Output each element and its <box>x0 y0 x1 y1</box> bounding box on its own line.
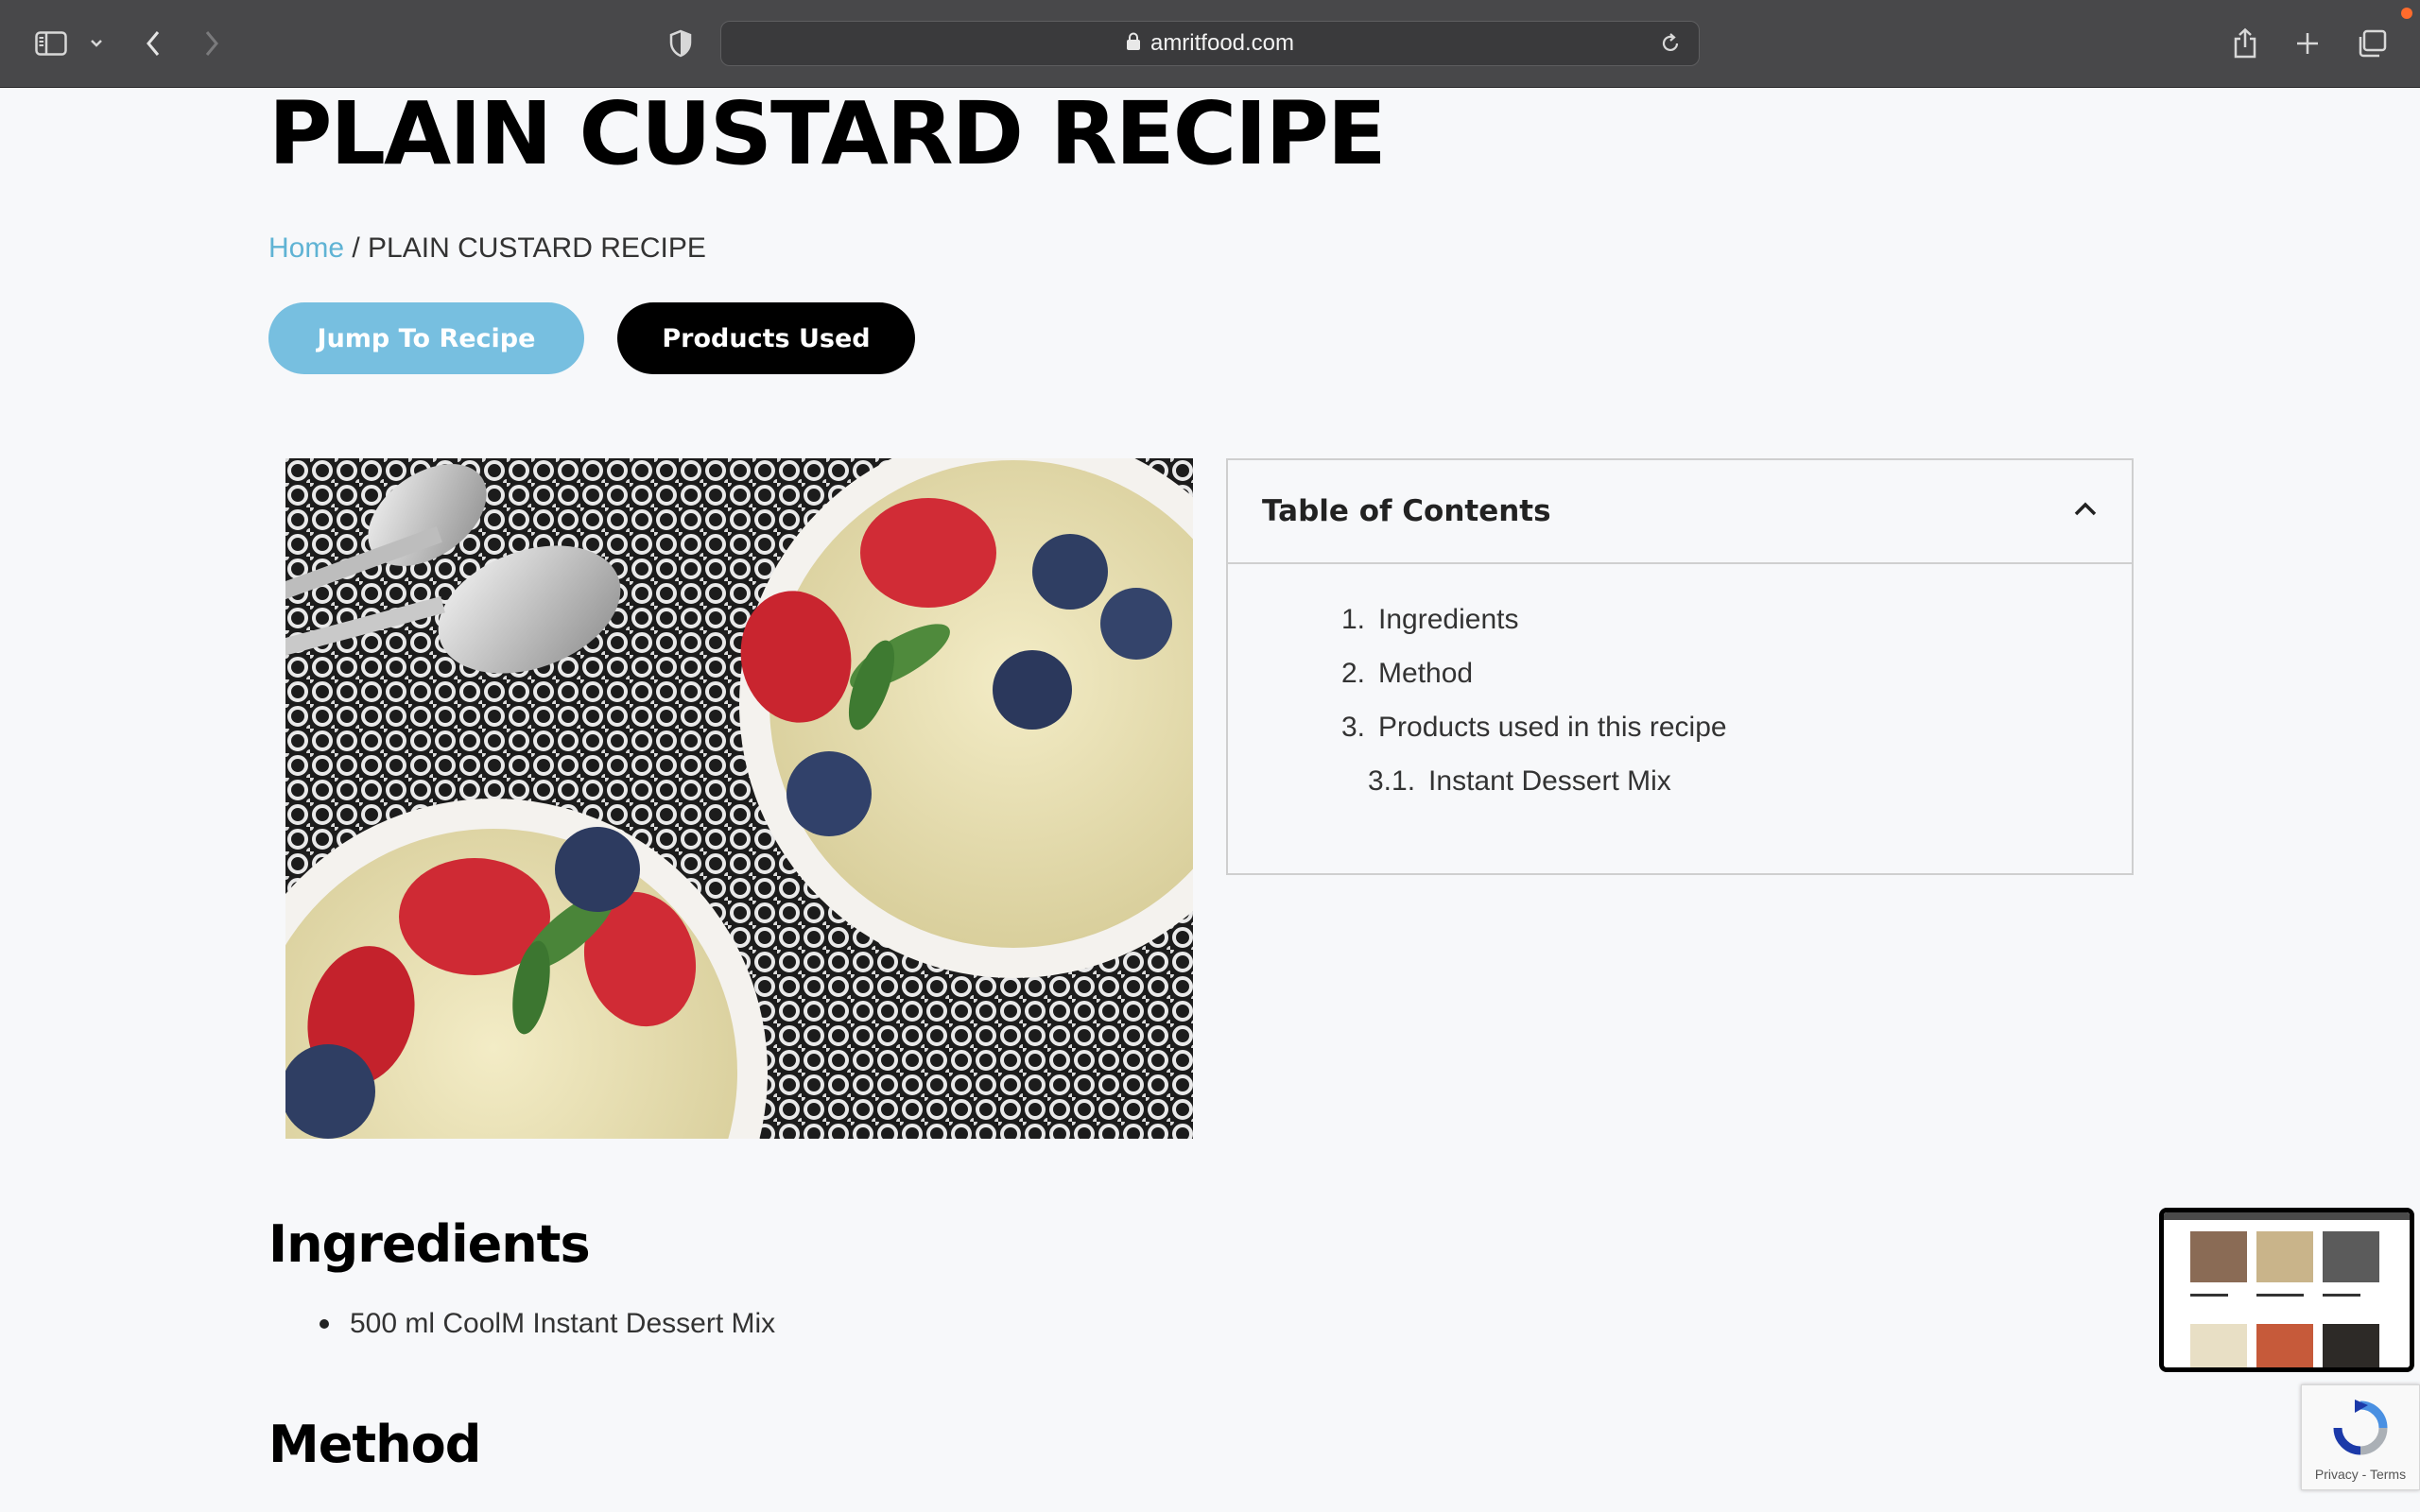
address-bar[interactable]: amritfood.com <box>720 21 1700 66</box>
forward-arrow-icon[interactable] <box>200 21 223 66</box>
page-title: PLAIN CUSTARD RECIPE <box>268 83 1387 184</box>
chevron-up-icon[interactable] <box>2073 502 2098 522</box>
breadcrumb-separator: / <box>344 232 369 264</box>
toc-list: 1. Ingredients 2. Method 3. Products used i… <box>1228 564 2132 808</box>
toc-item-number: 1. <box>1341 603 1366 635</box>
toc-item-label: Instant Dessert Mix <box>1428 765 1671 797</box>
screenshot-thumbnail[interactable] <box>2159 1208 2414 1372</box>
notification-dot <box>2401 8 2412 19</box>
breadcrumb-home-link[interactable]: Home <box>268 232 344 264</box>
toc-item-number: 2. <box>1341 657 1366 689</box>
reload-icon[interactable] <box>1659 32 1682 60</box>
breadcrumb: Home / PLAIN CUSTARD RECIPE <box>268 232 706 265</box>
method-heading: Method <box>268 1415 481 1474</box>
tabs-overview-icon[interactable] <box>2356 21 2388 66</box>
url-text: amritfood.com <box>1150 30 1295 56</box>
back-arrow-icon[interactable] <box>142 21 164 66</box>
share-icon[interactable] <box>2231 21 2259 66</box>
toc-header[interactable]: Table of Contents <box>1228 460 2132 564</box>
jump-to-recipe-button[interactable]: Jump To Recipe <box>268 302 584 374</box>
bullet <box>320 1319 329 1329</box>
sidebar-icon[interactable] <box>34 21 68 66</box>
browser-toolbar: amritfood.com <box>0 0 2420 88</box>
products-used-button[interactable]: Products Used <box>617 302 915 374</box>
breadcrumb-current: PLAIN CUSTARD RECIPE <box>368 232 706 264</box>
recaptcha-icon <box>2330 1400 2391 1461</box>
toc-item-ingredients[interactable]: 1. Ingredients <box>1341 593 2132 646</box>
ingredient-text: 500 ml CoolM Instant Dessert Mix <box>350 1308 776 1339</box>
list-item: 500 ml CoolM Instant Dessert Mix <box>320 1308 775 1340</box>
recaptcha-badge[interactable]: Privacy - Terms <box>2301 1384 2420 1490</box>
ingredients-heading: Ingredients <box>268 1214 591 1274</box>
lock-icon <box>1126 32 1141 56</box>
toc-item-label: Method <box>1378 657 1474 689</box>
shield-icon[interactable] <box>667 21 694 66</box>
table-of-contents: Table of Contents 1. Ingredients 2. Method… <box>1226 458 2134 875</box>
plus-icon[interactable] <box>2293 21 2322 66</box>
toc-item-number: 3.1. <box>1368 765 1416 797</box>
toc-item-instant-dessert-mix[interactable]: 3.1. Instant Dessert Mix <box>1341 754 2132 808</box>
toc-item-label: Products used in this recipe <box>1378 711 1727 743</box>
toc-item-products[interactable]: 3. Products used in this recipe <box>1341 700 2132 754</box>
recaptcha-text[interactable]: Privacy - Terms <box>2315 1467 2406 1482</box>
custard-hero-image <box>285 458 1193 1139</box>
toc-title: Table of Contents <box>1262 494 1551 528</box>
ingredients-list: 500 ml CoolM Instant Dessert Mix <box>320 1308 775 1340</box>
toc-item-label: Ingredients <box>1378 603 1519 635</box>
toc-item-method[interactable]: 2. Method <box>1341 646 2132 700</box>
toc-item-number: 3. <box>1341 711 1366 743</box>
chevron-down-icon[interactable] <box>87 21 106 66</box>
